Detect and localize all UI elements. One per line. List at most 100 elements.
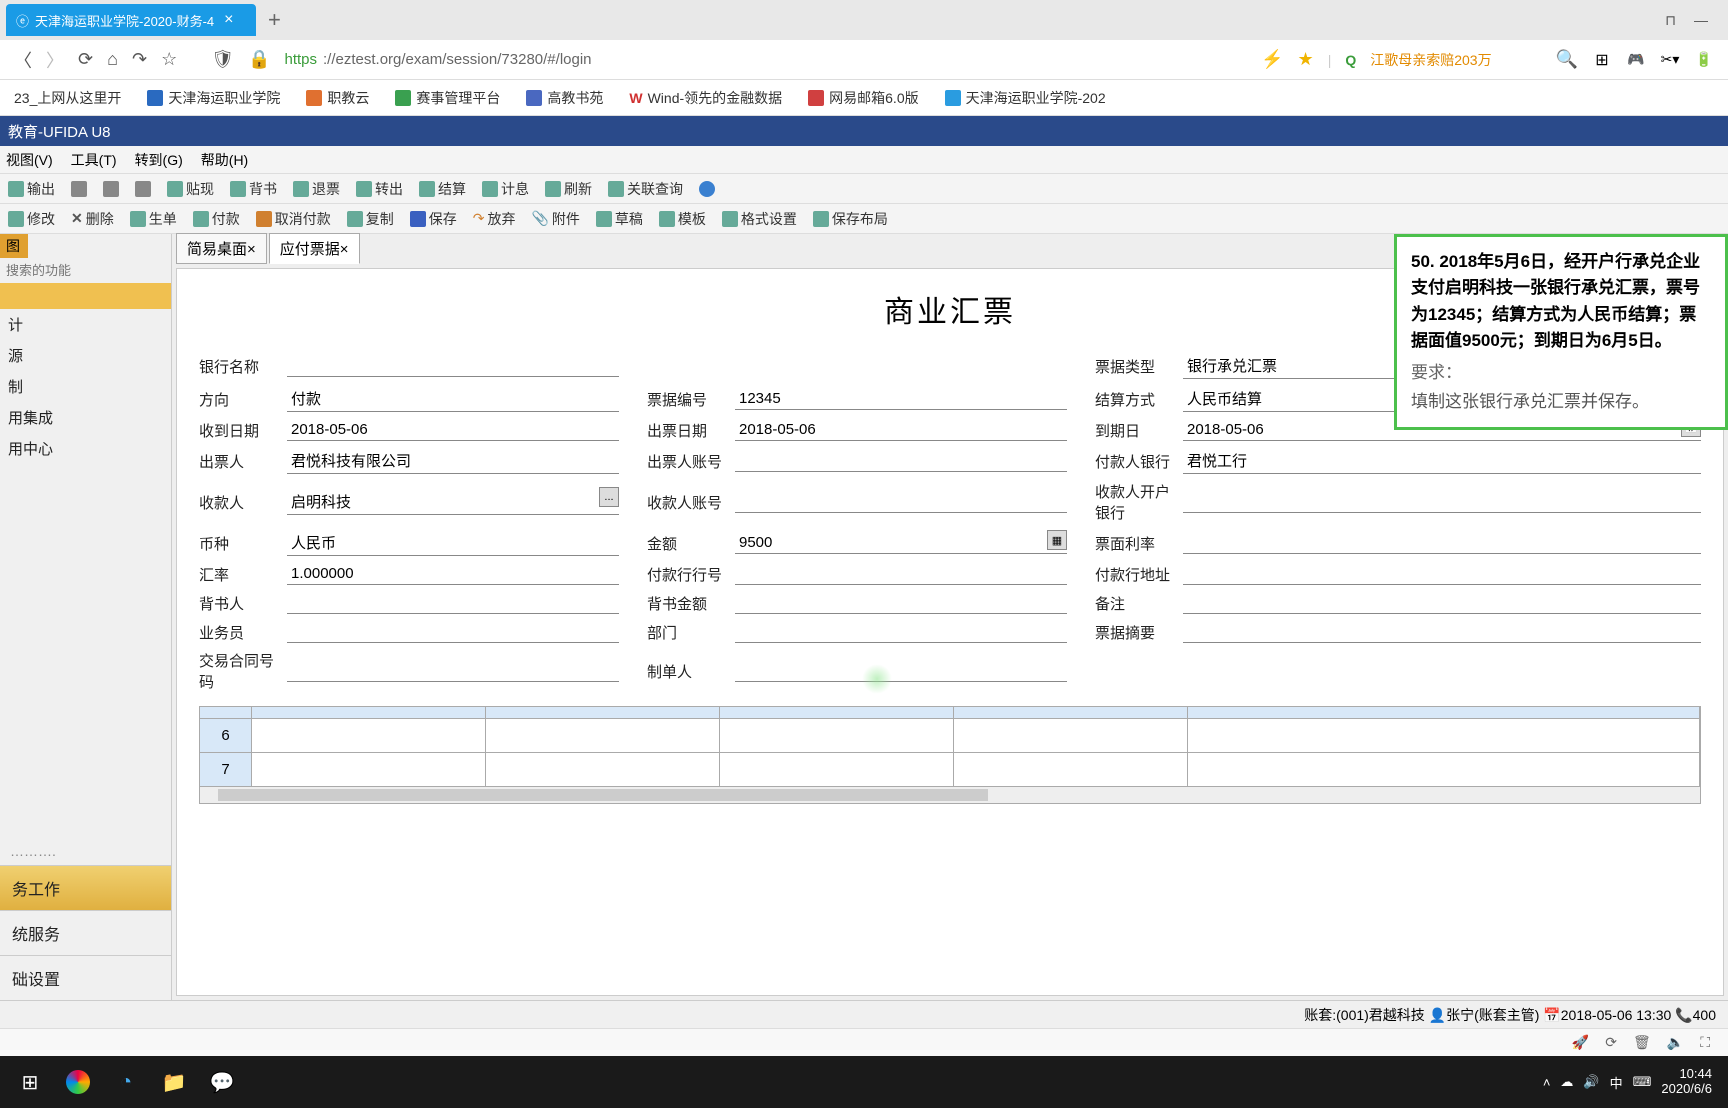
tb-next-icon[interactable] bbox=[135, 181, 151, 197]
task-wechat[interactable]: 💬 bbox=[198, 1058, 246, 1106]
field-value[interactable] bbox=[1183, 563, 1701, 585]
task-app-2[interactable]: ◔ bbox=[102, 1058, 150, 1106]
field-value[interactable]: 9500▦ bbox=[735, 532, 1067, 554]
search-icon[interactable]: 🔍 bbox=[1556, 49, 1578, 70]
field-value[interactable]: 人民币 bbox=[287, 530, 619, 556]
tb-delete[interactable]: ✕删除 bbox=[71, 209, 114, 229]
field-value[interactable]: 2018-05-06 bbox=[735, 419, 1067, 441]
tb-related[interactable]: 关联查询 bbox=[608, 179, 683, 199]
star-outline-icon[interactable]: ☆ bbox=[161, 49, 177, 70]
field-value[interactable] bbox=[1183, 532, 1701, 554]
tb-settle[interactable]: 结算 bbox=[419, 179, 466, 199]
field-value[interactable] bbox=[1183, 491, 1701, 513]
grid-row[interactable]: 7 bbox=[200, 753, 1700, 787]
bookmark-item[interactable]: 网易邮箱6.0版 bbox=[808, 88, 918, 108]
doc-tab-payable[interactable]: 应付票据× bbox=[269, 233, 360, 264]
tb-first-icon[interactable] bbox=[71, 181, 87, 197]
sidebar-item[interactable]: 计 bbox=[0, 309, 171, 340]
field-value[interactable]: 2018-05-06 bbox=[287, 419, 619, 441]
status-sync-icon[interactable]: ⟳ bbox=[1605, 1034, 1617, 1051]
sidebar-section-work[interactable]: 务工作 bbox=[0, 865, 171, 910]
status-trash-icon[interactable]: 🗑 bbox=[1633, 1034, 1651, 1051]
bookmark-item[interactable]: 职教云 bbox=[306, 88, 369, 108]
ext-grid-icon[interactable]: ⊞ bbox=[1592, 50, 1612, 70]
bookmark-item[interactable]: WWind-领先的金融数据 bbox=[629, 88, 782, 108]
grid-h-scrollbar[interactable] bbox=[200, 787, 1700, 803]
history-button[interactable]: ↷ bbox=[132, 49, 147, 70]
menu-help[interactable]: 帮助(H) bbox=[201, 150, 248, 170]
field-value[interactable] bbox=[735, 592, 1067, 614]
field-value[interactable] bbox=[735, 563, 1067, 585]
reload-button[interactable]: ⟳ bbox=[78, 49, 93, 70]
field-value[interactable] bbox=[735, 621, 1067, 643]
forward-button[interactable]: 〉 bbox=[46, 47, 64, 73]
flash-icon[interactable]: ⚡ bbox=[1261, 49, 1283, 70]
task-app-1[interactable] bbox=[54, 1058, 102, 1106]
sidebar-search[interactable]: 🔍 bbox=[0, 258, 171, 283]
field-value[interactable] bbox=[287, 660, 619, 682]
tb-help-icon[interactable] bbox=[699, 181, 715, 197]
field-value[interactable]: 1.000000 bbox=[287, 563, 619, 585]
task-explorer[interactable]: 📁 bbox=[150, 1058, 198, 1106]
new-tab-button[interactable]: + bbox=[268, 7, 281, 33]
field-value[interactable] bbox=[1183, 592, 1701, 614]
bookmark-item[interactable]: 高教书苑 bbox=[526, 88, 603, 108]
tb-gendoc[interactable]: 生单 bbox=[130, 209, 177, 229]
tb-return[interactable]: 退票 bbox=[293, 179, 340, 199]
picker-button[interactable]: ... bbox=[599, 487, 619, 507]
field-value[interactable] bbox=[287, 621, 619, 643]
field-value[interactable]: 君悦工行 bbox=[1183, 448, 1701, 474]
sidebar-item[interactable]: 源 bbox=[0, 340, 171, 371]
tb-interest[interactable]: 计息 bbox=[482, 179, 529, 199]
field-value[interactable] bbox=[1183, 621, 1701, 643]
browser-tab-active[interactable]: ⓔ 天津海运职业学院-2020-财务-4 × bbox=[6, 4, 256, 36]
bookmark-item[interactable]: 天津海运职业学院-202 bbox=[945, 88, 1106, 108]
tb-attach[interactable]: 📎附件 bbox=[531, 209, 579, 229]
sidebar-section-service[interactable]: 统服务 bbox=[0, 910, 171, 955]
tb-save[interactable]: 保存 bbox=[410, 209, 457, 229]
doc-tab-desktop[interactable]: 简易桌面× bbox=[176, 233, 267, 264]
bookmark-item[interactable]: 天津海运职业学院 bbox=[147, 88, 280, 108]
tb-edit[interactable]: 修改 bbox=[8, 209, 55, 229]
tray-ime[interactable]: 中 bbox=[1610, 1073, 1623, 1092]
tray-volume-icon[interactable]: 🔊 bbox=[1583, 1074, 1599, 1090]
field-value[interactable] bbox=[287, 355, 619, 377]
status-expand-icon[interactable]: ⛶ bbox=[1700, 1034, 1710, 1051]
status-volume-icon[interactable]: 🔈 bbox=[1667, 1034, 1684, 1051]
tb-template[interactable]: 模板 bbox=[659, 209, 706, 229]
tb-discount[interactable]: 贴现 bbox=[167, 179, 214, 199]
tb-endorse[interactable]: 背书 bbox=[230, 179, 277, 199]
sidebar-item[interactable]: 制 bbox=[0, 371, 171, 402]
menu-goto[interactable]: 转到(G) bbox=[135, 150, 183, 170]
field-value[interactable] bbox=[735, 660, 1067, 682]
menu-tools[interactable]: 工具(T) bbox=[71, 150, 117, 170]
tray-keyboard-icon[interactable]: ⌨ bbox=[1633, 1074, 1652, 1090]
search-hint[interactable]: 江歌母亲索赔203万 bbox=[1370, 50, 1491, 70]
sidebar-tab[interactable]: 图 bbox=[0, 234, 28, 258]
field-value[interactable]: 12345 bbox=[735, 388, 1067, 410]
field-value[interactable] bbox=[735, 491, 1067, 513]
favorite-star-icon[interactable]: ★ bbox=[1298, 49, 1314, 70]
ext-game-icon[interactable]: 🎮 bbox=[1626, 50, 1646, 70]
tray-clock[interactable]: 10:442020/6/6 bbox=[1661, 1067, 1712, 1097]
url-input[interactable]: https ://eztest.org/exam/session/73280/#… bbox=[284, 51, 591, 68]
field-value[interactable] bbox=[735, 450, 1067, 472]
field-value[interactable]: 君悦科技有限公司 bbox=[287, 448, 619, 474]
grid-row[interactable]: 6 bbox=[200, 719, 1700, 753]
ext-scissors-icon[interactable]: ✂▾ bbox=[1660, 50, 1680, 70]
tb-copy[interactable]: 复制 bbox=[347, 209, 394, 229]
window-minimize-icon[interactable]: — bbox=[1694, 12, 1708, 29]
window-pin-icon[interactable]: ⊓ bbox=[1665, 12, 1676, 29]
bookmark-item[interactable]: 赛事管理平台 bbox=[395, 88, 500, 108]
home-button[interactable]: ⌂ bbox=[107, 49, 118, 70]
field-value[interactable] bbox=[287, 592, 619, 614]
tb-draft[interactable]: 草稿 bbox=[596, 209, 643, 229]
tray-chevron-up-icon[interactable]: ˄ bbox=[1543, 1075, 1551, 1090]
sidebar-search-input[interactable] bbox=[6, 263, 182, 278]
tb-transfer[interactable]: 转出 bbox=[356, 179, 403, 199]
field-value[interactable]: 启明科技... bbox=[287, 489, 619, 515]
menu-view[interactable]: 视图(V) bbox=[6, 150, 53, 170]
ext-battery-icon[interactable]: 🔋 bbox=[1694, 50, 1714, 70]
tb-savelayout[interactable]: 保存布局 bbox=[813, 209, 888, 229]
tb-cancelpay[interactable]: 取消付款 bbox=[256, 209, 331, 229]
